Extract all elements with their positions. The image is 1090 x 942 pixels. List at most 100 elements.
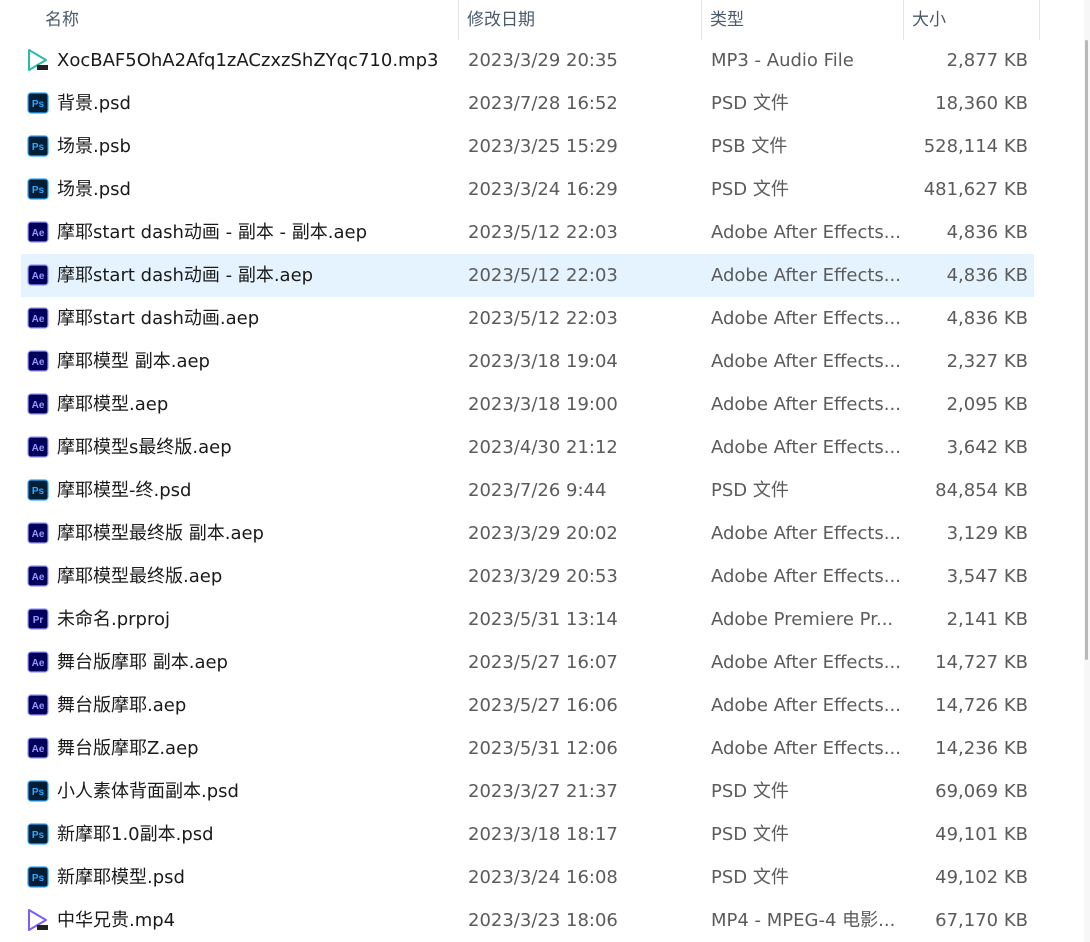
file-name: 摩耶模型.aep: [57, 394, 169, 415]
file-modified-date: 2023/3/18 18:17: [468, 824, 618, 845]
file-name: 中华兄贵.mp4: [57, 910, 176, 931]
file-modified-date: 2023/3/27 21:37: [468, 781, 618, 802]
file-size: 528,114 KB: [923, 136, 1028, 157]
column-header-date[interactable]: 修改日期: [459, 0, 702, 40]
file-row[interactable]: Ae 舞台版摩耶 副本.aep 2023/5/27 16:07 Adobe After…: [21, 641, 1034, 684]
file-size: 3,129 KB: [946, 523, 1028, 544]
file-type: Adobe After Effects...: [711, 394, 901, 415]
file-row[interactable]: 中华兄贵.mp4 2023/3/23 18:06 MP4 - MPEG-4 电影..…: [21, 899, 1034, 942]
file-row[interactable]: Ps 场景.psd 2023/3/24 16:29 PSD 文件 481,627 KB: [21, 168, 1034, 211]
after-effects-file-icon: Ae: [27, 307, 49, 329]
svg-text:Ps: Ps: [32, 873, 45, 884]
file-type: Adobe Premiere Pr...: [711, 609, 894, 630]
file-size: 67,170 KB: [935, 910, 1028, 931]
file-type: Adobe After Effects...: [711, 437, 901, 458]
file-name: 场景.psb: [57, 136, 131, 157]
svg-text:Ae: Ae: [32, 443, 45, 454]
photoshop-file-icon: Ps: [27, 92, 49, 114]
file-name: 舞台版摩耶.aep: [57, 695, 187, 716]
photoshop-file-icon: Ps: [27, 823, 49, 845]
file-type: Adobe After Effects...: [711, 566, 901, 587]
photoshop-file-icon: Ps: [27, 780, 49, 802]
after-effects-file-icon: Ae: [27, 565, 49, 587]
file-row[interactable]: Ae 摩耶模型s最终版.aep 2023/4/30 21:12 Adobe After…: [21, 426, 1034, 469]
file-row[interactable]: Ps 背景.psd 2023/7/28 16:52 PSD 文件 18,360 KB: [21, 82, 1034, 125]
file-size: 49,102 KB: [935, 867, 1028, 888]
file-modified-date: 2023/3/18 19:04: [468, 351, 618, 372]
file-type: Adobe After Effects...: [711, 351, 901, 372]
file-row[interactable]: Ps 摩耶模型-终.psd 2023/7/26 9:44 PSD 文件 84,854 K…: [21, 469, 1034, 512]
column-header-type[interactable]: 类型: [702, 0, 904, 40]
file-modified-date: 2023/5/12 22:03: [468, 222, 618, 243]
file-size: 14,727 KB: [935, 652, 1028, 673]
file-row[interactable]: Ae 摩耶模型.aep 2023/3/18 19:00 Adobe After Eff…: [21, 383, 1034, 426]
file-name: 背景.psd: [57, 93, 131, 114]
vertical-scrollbar[interactable]: [1084, 0, 1090, 942]
file-row[interactable]: Ps 新摩耶模型.psd 2023/3/24 16:08 PSD 文件 49,102 K…: [21, 856, 1034, 899]
after-effects-file-icon: Ae: [27, 522, 49, 544]
file-name: 摩耶模型最终版 副本.aep: [57, 523, 264, 544]
file-row[interactable]: Pr 未命名.prproj 2023/5/31 13:14 Adobe Premier…: [21, 598, 1034, 641]
file-modified-date: 2023/5/12 22:03: [468, 308, 618, 329]
file-type: PSD 文件: [711, 93, 789, 114]
scrollbar-thumb[interactable]: [1085, 40, 1088, 660]
file-name: 摩耶模型 副本.aep: [57, 351, 210, 372]
file-type: Adobe After Effects...: [711, 652, 901, 673]
file-size: 84,854 KB: [935, 480, 1028, 501]
column-header-date-label: 修改日期: [467, 10, 535, 30]
file-type: PSD 文件: [711, 824, 789, 845]
file-row[interactable]: Ps 新摩耶1.0副本.psd 2023/3/18 18:17 PSD 文件 49,10…: [21, 813, 1034, 856]
file-modified-date: 2023/3/29 20:35: [468, 50, 618, 71]
file-name: 小人素体背面副本.psd: [57, 781, 239, 802]
sort-ascending-icon: ^: [277, 0, 289, 10]
file-row[interactable]: Ps 场景.psb 2023/3/25 15:29 PSB 文件 528,114 KB: [21, 125, 1034, 168]
file-type: PSD 文件: [711, 480, 789, 501]
file-row[interactable]: Ae 摩耶模型最终版.aep 2023/3/29 20:53 Adobe After …: [21, 555, 1034, 598]
file-row[interactable]: Ae 摩耶模型最终版 副本.aep 2023/3/29 20:02 Adobe Aft…: [21, 512, 1034, 555]
file-row[interactable]: Ps 小人素体背面副本.psd 2023/3/27 21:37 PSD 文件 69,06…: [21, 770, 1034, 813]
file-size: 49,101 KB: [935, 824, 1028, 845]
file-modified-date: 2023/3/18 19:00: [468, 394, 618, 415]
file-row[interactable]: Ae 摩耶模型 副本.aep 2023/3/18 19:04 Adobe After …: [21, 340, 1034, 383]
column-header-type-label: 类型: [710, 10, 744, 30]
svg-text:Ae: Ae: [32, 744, 45, 755]
file-size: 14,726 KB: [935, 695, 1028, 716]
column-divider[interactable]: [1039, 0, 1040, 40]
svg-text:Ae: Ae: [32, 228, 45, 239]
file-size: 481,627 KB: [923, 179, 1028, 200]
file-size: 4,836 KB: [946, 265, 1028, 286]
file-type: PSB 文件: [711, 136, 788, 157]
mp3-file-icon: [27, 49, 49, 71]
file-size: 2,327 KB: [946, 351, 1028, 372]
file-modified-date: 2023/7/26 9:44: [468, 480, 607, 501]
column-header-name[interactable]: 名称 ^: [37, 0, 459, 40]
file-row[interactable]: Ae 摩耶start dash动画 - 副本.aep 2023/5/12 22:03…: [21, 254, 1034, 297]
file-name: 摩耶start dash动画.aep: [57, 308, 260, 329]
file-modified-date: 2023/3/23 18:06: [468, 910, 618, 931]
file-size: 18,360 KB: [935, 93, 1028, 114]
svg-text:Ae: Ae: [32, 529, 45, 540]
file-modified-date: 2023/5/31 13:14: [468, 609, 618, 630]
file-name: 舞台版摩耶Z.aep: [57, 738, 199, 759]
svg-text:Ps: Ps: [32, 185, 45, 196]
file-size: 4,836 KB: [946, 308, 1028, 329]
file-size: 3,642 KB: [946, 437, 1028, 458]
svg-text:Ae: Ae: [32, 701, 45, 712]
file-name: 未命名.prproj: [57, 609, 170, 630]
file-size: 2,877 KB: [946, 50, 1028, 71]
file-row[interactable]: XocBAF5OhA2Afq1zACzxzShZYqc710.mp3 2023/3…: [21, 39, 1034, 82]
file-name: 摩耶start dash动画 - 副本 - 副本.aep: [57, 222, 368, 243]
file-name: 摩耶模型s最终版.aep: [57, 437, 232, 458]
file-modified-date: 2023/5/27 16:07: [468, 652, 618, 673]
file-row[interactable]: Ae 舞台版摩耶.aep 2023/5/27 16:06 Adobe After Ef…: [21, 684, 1034, 727]
file-type: Adobe After Effects...: [711, 695, 901, 716]
column-header-size[interactable]: 大小: [904, 0, 1040, 40]
after-effects-file-icon: Ae: [27, 694, 49, 716]
file-row[interactable]: Ae 摩耶start dash动画.aep 2023/5/12 22:03 Adobe…: [21, 297, 1034, 340]
file-modified-date: 2023/5/27 16:06: [468, 695, 618, 716]
file-row[interactable]: Ae 摩耶start dash动画 - 副本 - 副本.aep 2023/5/12 …: [21, 211, 1034, 254]
file-name: 摩耶模型最终版.aep: [57, 566, 223, 587]
after-effects-file-icon: Ae: [27, 436, 49, 458]
after-effects-file-icon: Ae: [27, 350, 49, 372]
file-row[interactable]: Ae 舞台版摩耶Z.aep 2023/5/31 12:06 Adobe After E…: [21, 727, 1034, 770]
